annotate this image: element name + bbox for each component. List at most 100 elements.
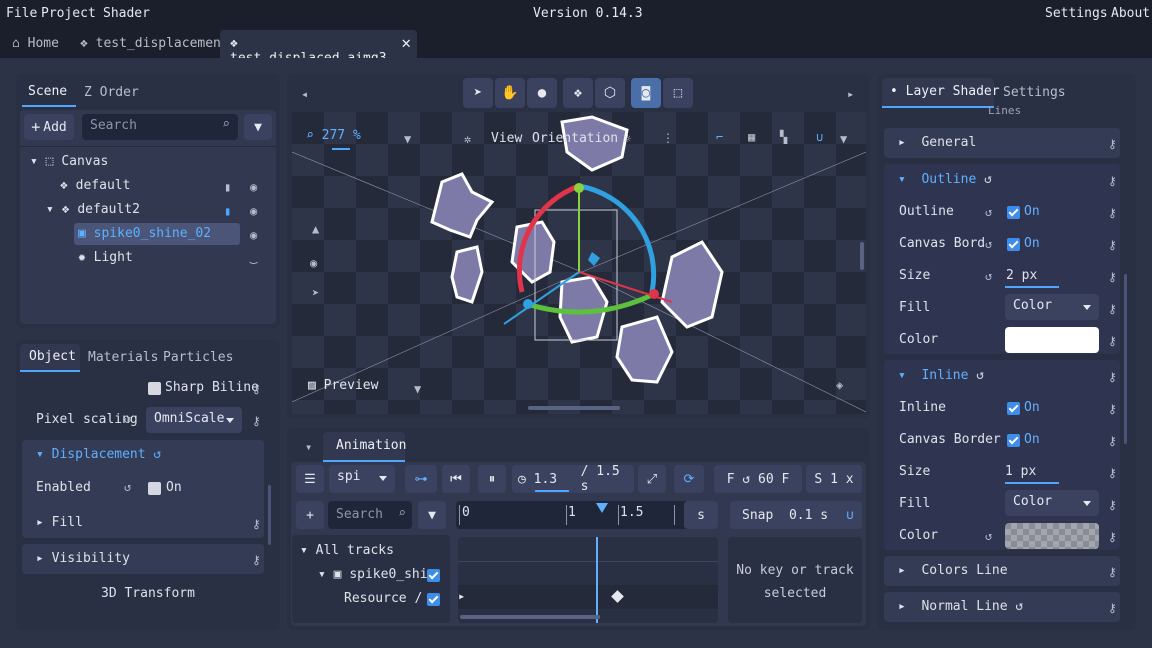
- add-track-button[interactable]: +: [296, 501, 324, 529]
- key-icon[interactable]: ⚷: [1108, 434, 1117, 448]
- chevron-right-icon[interactable]: ▸: [847, 87, 854, 101]
- arrow-up-icon[interactable]: ▲: [312, 222, 319, 236]
- pan-tool-button[interactable]: ✋: [495, 78, 525, 108]
- chevron-down-icon[interactable]: ▾: [305, 440, 312, 454]
- eye-icon[interactable]: ◉: [250, 180, 257, 194]
- tab-animation[interactable]: Animation: [336, 438, 406, 453]
- menu-about[interactable]: About: [1111, 6, 1150, 21]
- tree-item-default[interactable]: ❖ default: [60, 178, 130, 193]
- menu-file[interactable]: File: [6, 6, 37, 21]
- reset-icon[interactable]: ↺: [124, 412, 131, 426]
- key-icon[interactable]: ⚷: [1108, 601, 1117, 615]
- timeline-scrollbar[interactable]: [460, 615, 600, 619]
- trash-icon[interactable]: ▮: [224, 180, 231, 194]
- orientation-menu[interactable]: Orientation: [532, 131, 618, 146]
- keyframe-area[interactable]: ▸: [458, 537, 718, 623]
- time-display[interactable]: ◷ 1.3 / 1.5 s: [512, 464, 634, 494]
- focus-tool-button[interactable]: ◙: [631, 78, 661, 108]
- key-icon[interactable]: ⚷: [252, 414, 261, 428]
- outline-color-swatch[interactable]: [1005, 327, 1099, 353]
- grid-icon[interactable]: ▦: [748, 130, 755, 144]
- tab-shader-settings[interactable]: Settings: [1003, 85, 1066, 100]
- reset-icon[interactable]: ↺: [985, 237, 992, 251]
- canvas-border-checkbox[interactable]: [1007, 434, 1020, 447]
- track-filter-button[interactable]: ▼: [418, 501, 446, 529]
- eye-icon[interactable]: ◉: [310, 256, 317, 270]
- timeline-ruler[interactable]: 0 1 1.5: [456, 501, 718, 529]
- tree-item-light[interactable]: ✹ Light: [78, 250, 133, 265]
- key-icon[interactable]: ⚷: [1108, 466, 1117, 480]
- zoom-control[interactable]: ⌕ 277 %: [306, 128, 361, 143]
- track-resource[interactable]: Resource /: [344, 591, 422, 606]
- key-icon[interactable]: ⚷: [1108, 370, 1117, 384]
- snap-control[interactable]: Snap 0.1 s ∪: [730, 501, 862, 529]
- fit-button[interactable]: ⤢: [638, 465, 666, 493]
- reset-icon[interactable]: ↺: [985, 269, 992, 283]
- preview-control[interactable]: ▨ Preview: [308, 378, 378, 393]
- key-icon[interactable]: ⚷: [1108, 530, 1117, 544]
- key-icon[interactable]: ⚷: [1108, 302, 1117, 316]
- key-icon[interactable]: ⚷: [252, 517, 261, 531]
- tab-object[interactable]: Object: [29, 349, 76, 364]
- scrollbar[interactable]: [1124, 274, 1127, 444]
- displacement-header[interactable]: ▾ Displacement ↺: [36, 447, 161, 462]
- tree-item-default2[interactable]: ▾ ❖ default2: [46, 202, 140, 217]
- render-icon[interactable]: ◈: [836, 378, 843, 392]
- select-tool-button[interactable]: ➤: [463, 78, 493, 108]
- dropdown-icon[interactable]: ▼: [840, 132, 847, 146]
- size-value[interactable]: 2 px: [1006, 268, 1037, 283]
- rewind-button[interactable]: ⏮: [442, 465, 470, 493]
- animation-select[interactable]: spi: [329, 465, 395, 493]
- gear-icon[interactable]: ✲: [464, 132, 471, 146]
- tab-test-displaced-active[interactable]: ❖ test_displaced_aimg3... ✕: [220, 30, 417, 66]
- fill-select[interactable]: Color: [1005, 294, 1099, 320]
- reset-icon[interactable]: ↺: [985, 529, 992, 543]
- track-spike[interactable]: ▾ ▣ spike0_shi: [318, 567, 428, 582]
- reset-icon[interactable]: ↺: [985, 205, 992, 219]
- canvas-bord-checkbox[interactable]: [1007, 238, 1020, 251]
- record-button[interactable]: ⊶: [405, 465, 437, 493]
- viewport-canvas[interactable]: ⌕ 277 % ▼ ✲ View Orientation ☼ ⋮ ⌐ ▦ ▚ ∪…: [292, 112, 866, 414]
- eye-icon[interactable]: ◉: [250, 228, 257, 242]
- loop-button[interactable]: ⟳: [674, 465, 704, 493]
- cursor-icon[interactable]: ➤: [312, 286, 319, 300]
- size-value[interactable]: 1 px: [1005, 464, 1036, 479]
- viewport-vscrollbar[interactable]: [860, 242, 864, 270]
- checker-icon[interactable]: ▚: [780, 130, 787, 144]
- fps-control[interactable]: F ↺ 60 F: [714, 465, 802, 493]
- more-icon[interactable]: ⋮: [662, 131, 674, 145]
- view-menu[interactable]: View: [491, 131, 522, 146]
- key-icon[interactable]: ⚷: [1108, 498, 1117, 512]
- track-enable-checkbox[interactable]: [427, 593, 440, 606]
- viewport-scrollbar[interactable]: [528, 406, 620, 410]
- magnet-icon[interactable]: ∪: [816, 130, 823, 144]
- enabled-checkbox[interactable]: [148, 482, 161, 495]
- inline-fill-select[interactable]: Color: [1005, 490, 1099, 516]
- trash-icon[interactable]: ▮: [224, 204, 231, 218]
- key-icon[interactable]: ⚷: [1108, 334, 1117, 348]
- keyframe-start-icon[interactable]: ▸: [458, 589, 465, 603]
- menu-button[interactable]: ☰: [296, 465, 324, 493]
- menu-project[interactable]: Project: [41, 6, 96, 21]
- outline-checkbox[interactable]: [1007, 206, 1020, 219]
- inline-color-swatch[interactable]: [1005, 523, 1099, 549]
- menu-shader[interactable]: Shader: [103, 6, 150, 21]
- pixel-scaling-select[interactable]: OmniScale: [146, 407, 242, 433]
- scrollbar[interactable]: [268, 485, 271, 545]
- axes-icon[interactable]: ⌐: [716, 130, 723, 144]
- add-button[interactable]: + Add: [24, 114, 74, 140]
- key-icon[interactable]: ⚷: [1108, 270, 1117, 284]
- scene-search-input[interactable]: Search ⌕: [82, 114, 238, 140]
- zoom-dropdown-icon[interactable]: ▼: [404, 132, 411, 146]
- playhead-handle[interactable]: [596, 503, 608, 513]
- pivot-tool-button[interactable]: ●: [527, 78, 557, 108]
- reset-icon[interactable]: ↺: [124, 480, 131, 494]
- inline-checkbox[interactable]: [1007, 402, 1020, 415]
- mesh-tool-button[interactable]: ⬡: [595, 78, 625, 108]
- tab-home[interactable]: ⌂ Home: [2, 30, 69, 58]
- chevron-left-icon[interactable]: ◂: [301, 87, 308, 101]
- tab-test-displacement[interactable]: ❖ test_displacement: [70, 30, 239, 58]
- key-icon[interactable]: ⚷: [1108, 174, 1117, 188]
- key-icon[interactable]: ⚷: [252, 553, 261, 567]
- filter-button[interactable]: ▼: [244, 114, 272, 140]
